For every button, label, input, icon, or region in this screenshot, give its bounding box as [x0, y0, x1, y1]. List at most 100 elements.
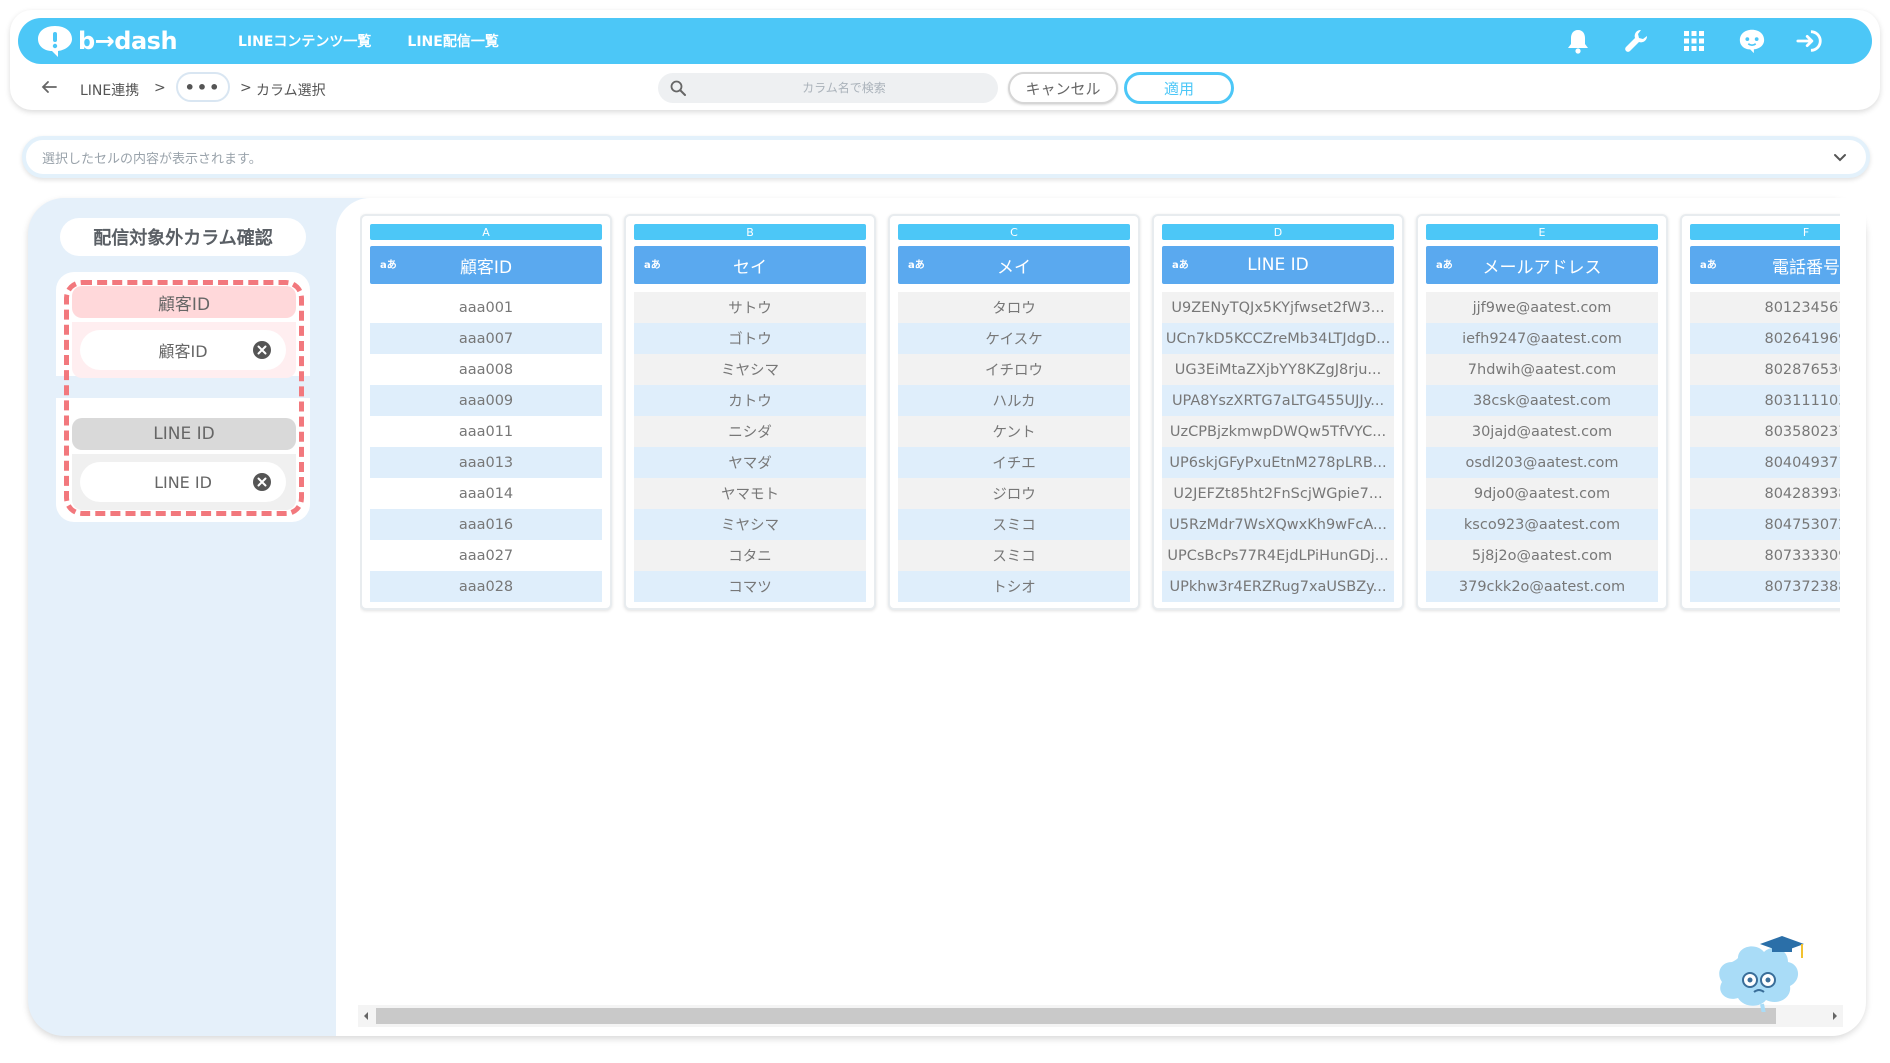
table-cell[interactable]: aaa014 [370, 478, 602, 509]
table-cell[interactable]: U5RzMdr7WsXQwxKh9wFcA... [1162, 509, 1394, 540]
table-cell[interactable]: jjf9we@aatest.com [1426, 292, 1658, 323]
brand-logo[interactable]: b→dash [36, 24, 186, 58]
column-header[interactable]: aあ 電話番号 [1690, 246, 1840, 284]
nav-line-deliveries[interactable]: LINE配信一覧 [407, 31, 498, 51]
table-cell[interactable]: 30jajd@aatest.com [1426, 416, 1658, 447]
table-cell[interactable]: 802641969 [1690, 323, 1840, 354]
table-cell[interactable]: 9djo0@aatest.com [1426, 478, 1658, 509]
table-cell[interactable]: UG3EiMtaZXjbYY8KZgJ8rju... [1162, 354, 1394, 385]
table-cell[interactable]: ケイスケ [898, 323, 1130, 354]
table-cell[interactable]: ケント [898, 416, 1130, 447]
column-card-d[interactable]: Daあ LINE ID U9ZENyTQJx5KYjfwset2fW3... UCn7… [1152, 214, 1404, 610]
column-card-f[interactable]: Faあ 電話番号 801234567 802641969 802876536 803111… [1680, 214, 1840, 610]
table-cell[interactable]: ヤマモト [634, 478, 866, 509]
scroll-right-icon[interactable] [1829, 1009, 1841, 1023]
table-cell[interactable]: 801234567 [1690, 292, 1840, 323]
apply-button[interactable]: 適用 [1124, 72, 1234, 104]
table-cell[interactable]: サトウ [634, 292, 866, 323]
column-card-e[interactable]: Eaあ メールアドレス jjf9we@aatest.com iefh9247@aate… [1416, 214, 1668, 610]
table-cell[interactable]: UPkhw3r4ERZRug7xaUSBZy... [1162, 571, 1394, 602]
table-cell[interactable]: ヤマダ [634, 447, 866, 478]
table-cell[interactable]: UPCsBcPs77R4EjdLPiHunGDj... [1162, 540, 1394, 571]
mascot-assistant-icon[interactable] [1712, 922, 1812, 1012]
table-cell[interactable]: iefh9247@aatest.com [1426, 323, 1658, 354]
logout-icon[interactable] [1796, 27, 1824, 55]
table-cell[interactable]: トシオ [898, 571, 1130, 602]
column-cells: タロウ ケイスケ イチロウ ハルカ ケント イチエ ジロウ スミコ スミコ トシオ [898, 292, 1130, 602]
table-cell[interactable]: aaa009 [370, 385, 602, 416]
table-cell[interactable]: aaa007 [370, 323, 602, 354]
table-cell[interactable]: aaa027 [370, 540, 602, 571]
cancel-button[interactable]: キャンセル [1008, 72, 1118, 104]
table-cell[interactable]: aaa013 [370, 447, 602, 478]
bell-icon[interactable] [1564, 27, 1592, 55]
table-cell[interactable]: osdl203@aatest.com [1426, 447, 1658, 478]
apps-grid-icon[interactable] [1680, 27, 1708, 55]
table-cell[interactable]: コタニ [634, 540, 866, 571]
table-cell[interactable]: スミコ [898, 509, 1130, 540]
table-cell[interactable]: 379ckk2o@aatest.com [1426, 571, 1658, 602]
table-cell[interactable]: 802876536 [1690, 354, 1840, 385]
table-cell[interactable]: スミコ [898, 540, 1130, 571]
breadcrumb-line-integration[interactable]: LINE連携 [80, 80, 139, 100]
wrench-icon[interactable] [1622, 27, 1650, 55]
table-cell[interactable]: ミヤシマ [634, 354, 866, 385]
scroll-left-icon[interactable] [360, 1009, 372, 1023]
chevron-down-icon[interactable] [1832, 149, 1848, 165]
column-letter: D [1162, 224, 1394, 240]
back-arrow-icon[interactable] [38, 76, 60, 98]
table-cell[interactable]: 807333309 [1690, 540, 1840, 571]
table-cell[interactable]: UCn7kD5KCCZreMb34LTJdgD... [1162, 323, 1394, 354]
column-card-a[interactable]: Aaあ 顧客ID aaa001 aaa007 aaa008 aaa009 aaa011 aaa… [360, 214, 612, 610]
table-cell[interactable]: aaa008 [370, 354, 602, 385]
column-search-input[interactable] [704, 81, 984, 95]
column-header[interactable]: aあ メイ [898, 246, 1130, 284]
table-cell[interactable]: UPA8YszXRTG7aLTG455UJJy... [1162, 385, 1394, 416]
table-cell[interactable]: 804753072 [1690, 509, 1840, 540]
column-header[interactable]: aあ メールアドレス [1426, 246, 1658, 284]
table-cell[interactable]: ニシダ [634, 416, 866, 447]
table-cell[interactable]: 5j8j2o@aatest.com [1426, 540, 1658, 571]
table-cell[interactable]: 803580237 [1690, 416, 1840, 447]
table-cell[interactable]: aaa011 [370, 416, 602, 447]
column-card-b[interactable]: Baあ セイ サトウ ゴトウ ミヤシマ カトウ ニシダ ヤマダ ヤマモト ミヤシマ コタニ コマツ [624, 214, 876, 610]
table-cell[interactable]: UzCPBjzkmwpDWQw5TfVYC... [1162, 416, 1394, 447]
table-cell[interactable]: U2JEFZt85ht2FnScjWGpie7... [1162, 478, 1394, 509]
columns-viewport: Aaあ 顧客ID aaa001 aaa007 aaa008 aaa009 aaa011 aaa… [360, 205, 1840, 615]
table-cell[interactable]: イチロウ [898, 354, 1130, 385]
column-header[interactable]: aあ 顧客ID [370, 246, 602, 284]
table-cell[interactable]: aaa016 [370, 509, 602, 540]
table-cell[interactable]: UP6skjGFyPxuEtnM278pLRB... [1162, 447, 1394, 478]
top-navbar: b→dash LINEコンテンツ一覧 LINE配信一覧 [18, 18, 1872, 64]
table-cell[interactable]: カトウ [634, 385, 866, 416]
header-icon-group [1564, 18, 1824, 64]
breadcrumb-more-button[interactable]: ••• [176, 72, 230, 102]
table-cell[interactable]: aaa001 [370, 292, 602, 323]
table-cell[interactable]: イチエ [898, 447, 1130, 478]
table-cell[interactable]: 38csk@aatest.com [1426, 385, 1658, 416]
column-cells: 801234567 802641969 802876536 803111103 8035… [1690, 292, 1840, 602]
column-header[interactable]: aあ LINE ID [1162, 246, 1394, 284]
table-cell[interactable]: ゴトウ [634, 323, 866, 354]
table-cell[interactable]: ミヤシマ [634, 509, 866, 540]
table-cell[interactable]: 804283938 [1690, 478, 1840, 509]
table-cell[interactable]: ksco923@aatest.com [1426, 509, 1658, 540]
nav-line-contents[interactable]: LINEコンテンツ一覧 [238, 31, 371, 51]
support-icon[interactable] [1738, 27, 1766, 55]
table-cell[interactable]: 807372388 [1690, 571, 1840, 602]
column-search[interactable] [658, 73, 998, 103]
table-cell[interactable]: 804049371 [1690, 447, 1840, 478]
column-header[interactable]: aあ セイ [634, 246, 866, 284]
horizontal-scrollbar[interactable] [358, 1005, 1843, 1027]
table-cell[interactable]: U9ZENyTQJx5KYjfwset2fW3... [1162, 292, 1394, 323]
scrollbar-thumb[interactable] [376, 1008, 1776, 1024]
cell-content-bar[interactable]: 選択したセルの内容が表示されます。 [22, 136, 1870, 178]
table-cell[interactable]: コマツ [634, 571, 866, 602]
table-cell[interactable]: ハルカ [898, 385, 1130, 416]
table-cell[interactable]: aaa028 [370, 571, 602, 602]
column-card-c[interactable]: Caあ メイ タロウ ケイスケ イチロウ ハルカ ケント イチエ ジロウ スミコ スミコ トシオ [888, 214, 1140, 610]
table-cell[interactable]: タロウ [898, 292, 1130, 323]
table-cell[interactable]: 803111103 [1690, 385, 1840, 416]
table-cell[interactable]: 7hdwih@aatest.com [1426, 354, 1658, 385]
table-cell[interactable]: ジロウ [898, 478, 1130, 509]
